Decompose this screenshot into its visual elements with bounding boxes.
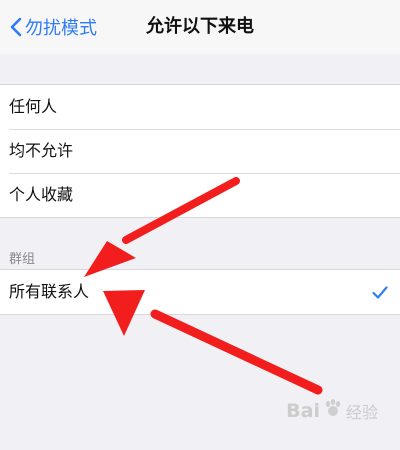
back-label: 勿扰模式 — [25, 18, 97, 39]
groups-list: 所有联系人 — [0, 269, 400, 315]
checkmark-icon — [372, 270, 388, 314]
option-label: 个人收藏 — [9, 185, 74, 204]
annotation-arrows — [84, 177, 323, 395]
navigation-bar: 勿扰模式 允许以下来电 — [0, 0, 400, 54]
option-favorites[interactable]: 个人收藏 — [0, 173, 400, 217]
baidu-paw-icon — [323, 398, 343, 423]
option-no-one[interactable]: 均不允许 — [0, 129, 400, 173]
groups-section-header: 群组 — [9, 252, 36, 267]
option-label: 任何人 — [9, 97, 58, 116]
allow-calls-options-list: 任何人 均不允许 个人收藏 — [0, 84, 400, 218]
back-button[interactable]: 勿扰模式 — [0, 0, 97, 54]
option-anyone[interactable]: 任何人 — [0, 85, 400, 129]
chevron-left-icon — [0, 0, 22, 54]
option-label: 所有联系人 — [9, 282, 90, 301]
baidu-jingyan-watermark: Bai 经验 — [286, 398, 378, 423]
watermark-text: 经验 — [345, 402, 378, 422]
option-label: 均不允许 — [9, 141, 74, 160]
watermark-text: Bai — [286, 399, 320, 422]
option-all-contacts[interactable]: 所有联系人 — [0, 270, 400, 314]
